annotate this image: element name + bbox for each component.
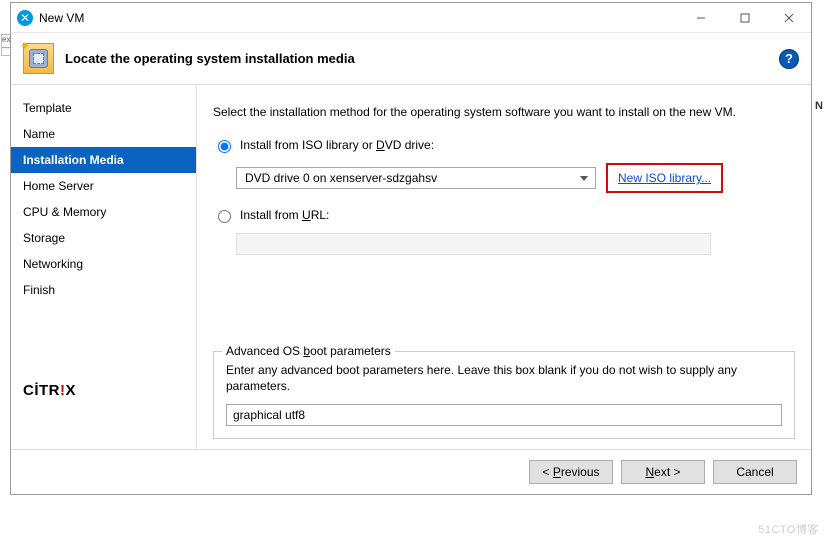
label-install-iso: Install from ISO library or DVD drive: (240, 138, 434, 152)
iso-select-row: DVD drive 0 on xenserver-sdzgahsv New IS… (236, 163, 795, 193)
url-input (236, 233, 711, 255)
spacer (213, 255, 795, 345)
previous-button[interactable]: < Previous (529, 460, 613, 484)
sidebar-item-home-server[interactable]: Home Server (11, 173, 196, 199)
next-button[interactable]: Next > (621, 460, 705, 484)
new-iso-library-link[interactable]: New ISO library... (618, 171, 711, 185)
sidebar-item-installation-media[interactable]: Installation Media (11, 147, 196, 173)
radio-install-url[interactable] (218, 210, 231, 223)
advanced-boot-legend: Advanced OS boot parameters (222, 344, 395, 358)
sidebar-item-finish[interactable]: Finish (11, 277, 196, 303)
body: Template Name Installation Media Home Se… (11, 85, 811, 449)
boot-params-input[interactable] (226, 404, 782, 426)
advanced-boot-help: Enter any advanced boot parameters here.… (226, 362, 782, 394)
option-install-iso: Install from ISO library or DVD drive: (213, 137, 795, 153)
minimize-button[interactable] (679, 3, 723, 32)
right-edge-char: N (815, 100, 823, 112)
wizard-icon: ✦ (23, 43, 54, 74)
window-title: New VM (39, 11, 679, 25)
content-panel: Select the installation method for the o… (197, 85, 811, 449)
new-vm-window: ex— ✕ New VM ✦ Locate the operating syst… (10, 2, 812, 495)
sidebar-item-cpu-memory[interactable]: CPU & Memory (11, 199, 196, 225)
label-install-url: Install from URL: (240, 208, 329, 222)
radio-install-iso[interactable] (218, 140, 231, 153)
titlebar: ✕ New VM (11, 3, 811, 33)
sidebar-item-name[interactable]: Name (11, 121, 196, 147)
dvd-drive-value: DVD drive 0 on xenserver-sdzgahsv (245, 171, 437, 185)
page-header: ✦ Locate the operating system installati… (11, 33, 811, 85)
page-title: Locate the operating system installation… (65, 51, 779, 66)
new-iso-highlight: New ISO library... (606, 163, 723, 193)
sidebar-item-storage[interactable]: Storage (11, 225, 196, 251)
help-icon[interactable]: ? (779, 49, 799, 69)
window-controls (679, 3, 811, 32)
instruction-text: Select the installation method for the o… (213, 105, 795, 119)
dvd-drive-select[interactable]: DVD drive 0 on xenserver-sdzgahsv (236, 167, 596, 189)
option-install-url: Install from URL: (213, 207, 795, 223)
close-button[interactable] (767, 3, 811, 32)
watermark: 51CTO博客 (758, 521, 819, 537)
citrix-logo: CİTR!X (11, 382, 196, 409)
wizard-footer: < Previous Next > Cancel (11, 449, 811, 494)
url-input-wrap (236, 233, 795, 255)
app-icon: ✕ (17, 10, 33, 26)
advanced-boot-fieldset: Advanced OS boot parameters Enter any ad… (213, 351, 795, 439)
sidebar-item-networking[interactable]: Networking (11, 251, 196, 277)
external-tab-fragment: ex— (1, 34, 10, 56)
wizard-sidebar: Template Name Installation Media Home Se… (11, 85, 197, 449)
cancel-button[interactable]: Cancel (713, 460, 797, 484)
sidebar-item-template[interactable]: Template (11, 95, 196, 121)
maximize-button[interactable] (723, 3, 767, 32)
